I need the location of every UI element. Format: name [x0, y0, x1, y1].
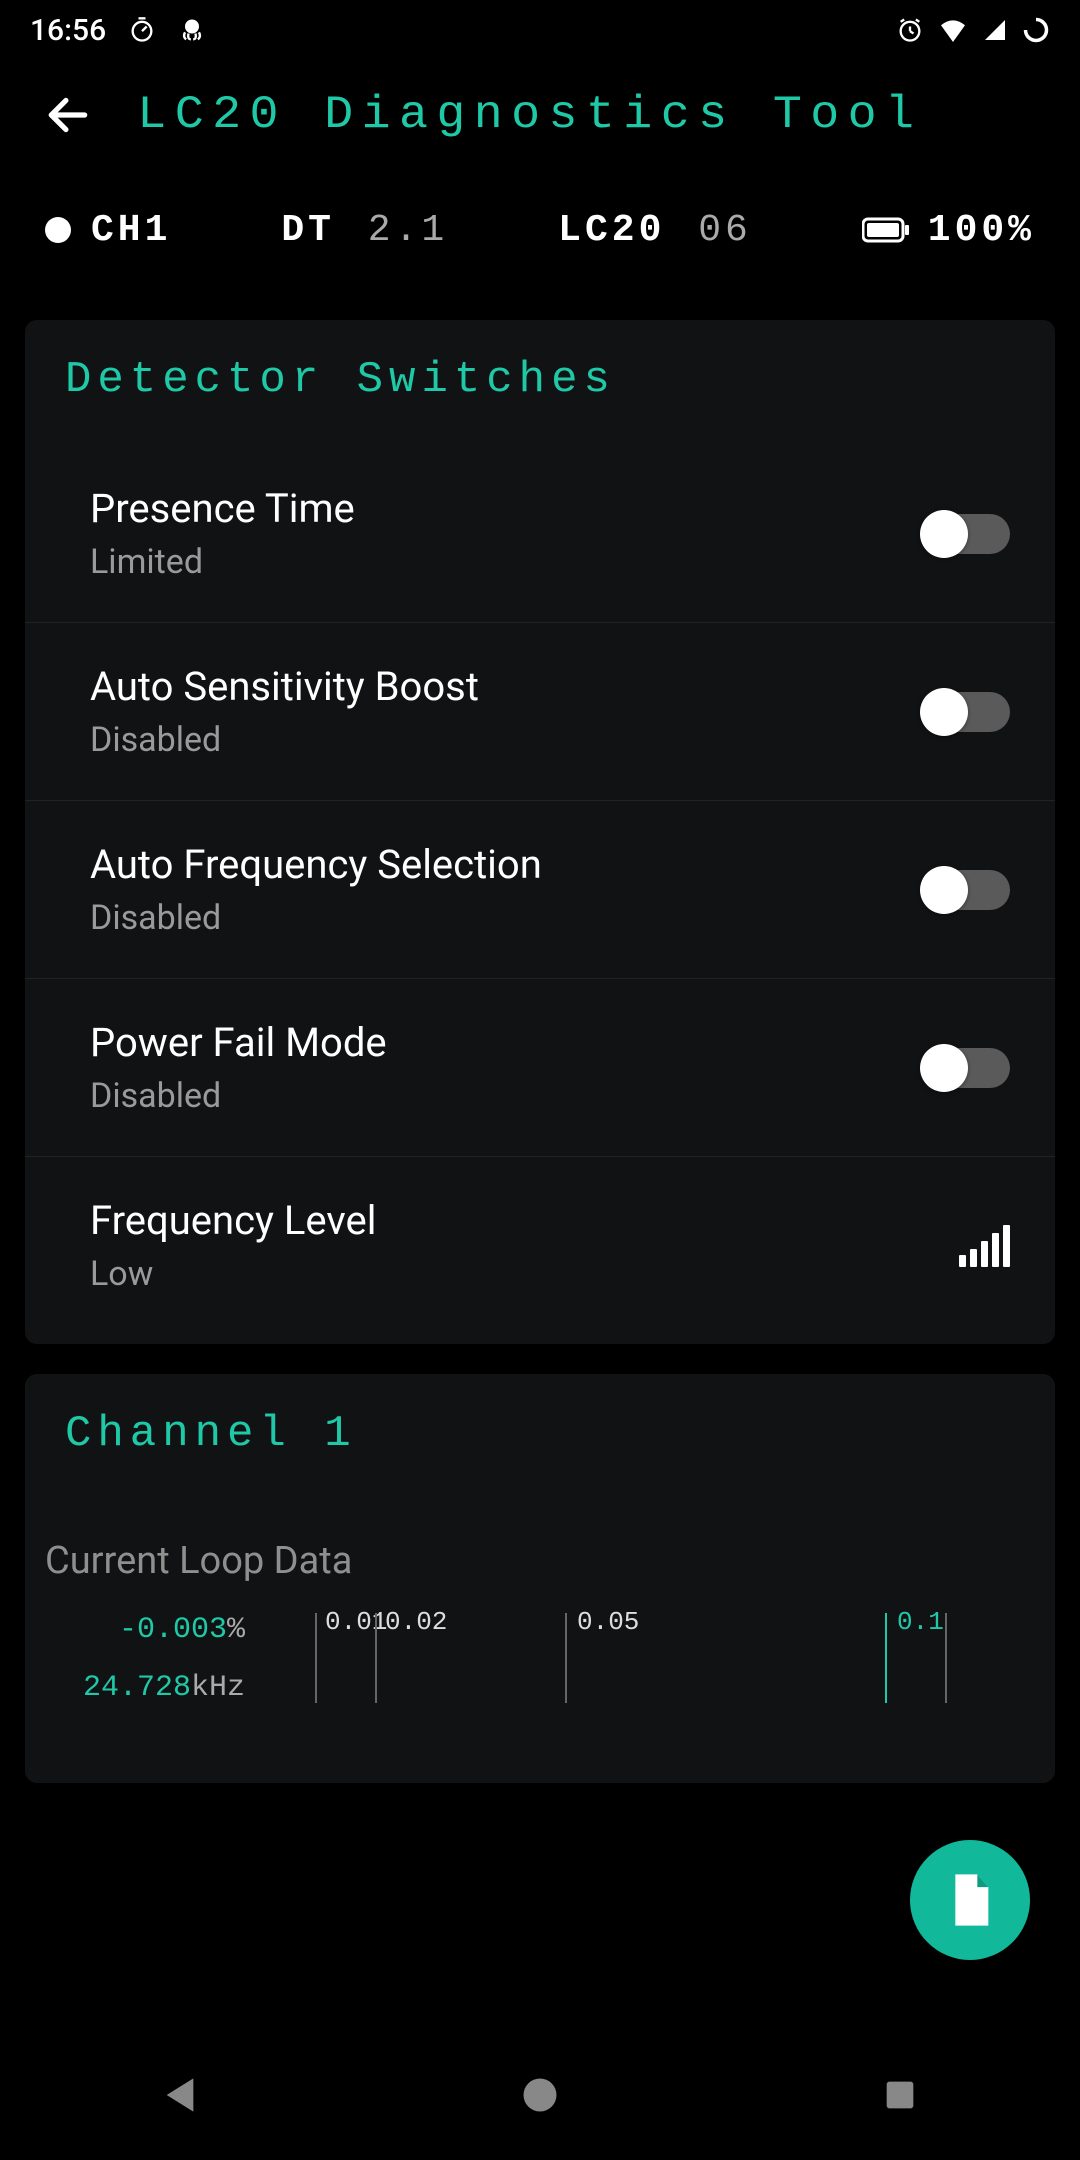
battery-icon — [862, 216, 910, 244]
loop-percent-unit: % — [227, 1613, 245, 1647]
square-recent-icon — [884, 2079, 916, 2111]
wifi-icon — [938, 18, 968, 42]
tick-label: 0.01 — [325, 1607, 387, 1637]
lc-version: LC20 06 — [558, 209, 752, 252]
channel-indicator: CH1 — [45, 209, 171, 252]
app-header: LC20 Diagnostics Tool — [0, 60, 1080, 170]
octopus-icon — [178, 16, 206, 44]
status-time: 16:56 — [30, 13, 106, 48]
loop-freq-unit: kHz — [191, 1671, 245, 1705]
setting-row-power-fail[interactable]: Power Fail Mode Disabled — [25, 979, 1055, 1157]
setting-subtitle: Disabled — [90, 1076, 387, 1116]
setting-title: Power Fail Mode — [90, 1019, 387, 1066]
channel-dot-icon — [45, 217, 71, 243]
app-title: LC20 Diagnostics Tool — [137, 89, 922, 141]
document-icon — [948, 1874, 992, 1926]
battery-status: 100% — [862, 209, 1035, 252]
loading-circle-icon — [1022, 16, 1050, 44]
auto-frequency-toggle[interactable] — [924, 870, 1010, 910]
setting-title: Auto Frequency Selection — [90, 841, 542, 888]
tick-label: 0.1 — [897, 1607, 944, 1637]
android-nav-bar — [0, 2030, 1080, 2160]
presence-time-toggle[interactable] — [924, 514, 1010, 554]
signal-bars-icon — [959, 1225, 1010, 1267]
lc-value: 06 — [698, 209, 752, 252]
auto-sensitivity-toggle[interactable] — [924, 692, 1010, 732]
setting-subtitle: Disabled — [90, 720, 479, 760]
setting-row-presence-time[interactable]: Presence Time Limited — [25, 445, 1055, 623]
setting-subtitle: Limited — [90, 542, 355, 582]
circle-home-icon — [522, 2077, 558, 2113]
nav-back-button[interactable] — [150, 2065, 210, 2125]
setting-row-auto-sensitivity[interactable]: Auto Sensitivity Boost Disabled — [25, 623, 1055, 801]
setting-title: Presence Time — [90, 485, 355, 532]
dt-version: DT 2.1 — [281, 209, 448, 252]
fab-document-button[interactable] — [910, 1840, 1030, 1960]
dt-label: DT — [281, 209, 335, 252]
battery-percent: 100% — [928, 209, 1035, 252]
channel-card: Channel 1 Current Loop Data -0.003% 24.7… — [25, 1374, 1055, 1783]
loop-percent-value: -0.003 — [119, 1613, 227, 1647]
alarm-icon — [896, 16, 924, 44]
setting-subtitle: Low — [90, 1254, 376, 1294]
stopwatch-icon — [128, 16, 156, 44]
arrow-left-icon — [43, 90, 93, 140]
setting-row-auto-frequency[interactable]: Auto Frequency Selection Disabled — [25, 801, 1055, 979]
loop-data-area: -0.003% 24.728kHz 0.01 0.02 0.05 0.1 — [25, 1613, 1055, 1753]
device-info-bar: CH1 DT 2.1 LC20 06 100% — [0, 170, 1080, 290]
setting-subtitle: Disabled — [90, 898, 542, 938]
tick-label: 0.02 — [385, 1607, 447, 1637]
channel-title: Channel 1 — [25, 1409, 1055, 1499]
setting-title: Frequency Level — [90, 1197, 376, 1244]
power-fail-toggle[interactable] — [924, 1048, 1010, 1088]
loop-freq-value: 24.728 — [83, 1671, 191, 1705]
detector-switches-title: Detector Switches — [25, 355, 1055, 445]
triangle-back-icon — [162, 2075, 198, 2115]
tick-label: 0.05 — [577, 1607, 639, 1637]
lc-label: LC20 — [558, 209, 665, 252]
dt-value: 2.1 — [368, 209, 448, 252]
channel-label: CH1 — [91, 209, 171, 252]
cell-signal-icon — [982, 18, 1008, 42]
android-status-bar: 16:56 — [0, 0, 1080, 60]
back-button[interactable] — [40, 87, 96, 143]
nav-home-button[interactable] — [510, 2065, 570, 2125]
detector-switches-card: Detector Switches Presence Time Limited … — [25, 320, 1055, 1344]
nav-recent-button[interactable] — [870, 2065, 930, 2125]
loop-data-label: Current Loop Data — [25, 1499, 1055, 1613]
loop-scale: 0.01 0.02 0.05 0.1 — [245, 1613, 1035, 1723]
setting-row-frequency-level[interactable]: Frequency Level Low — [25, 1157, 1055, 1334]
setting-title: Auto Sensitivity Boost — [90, 663, 479, 710]
